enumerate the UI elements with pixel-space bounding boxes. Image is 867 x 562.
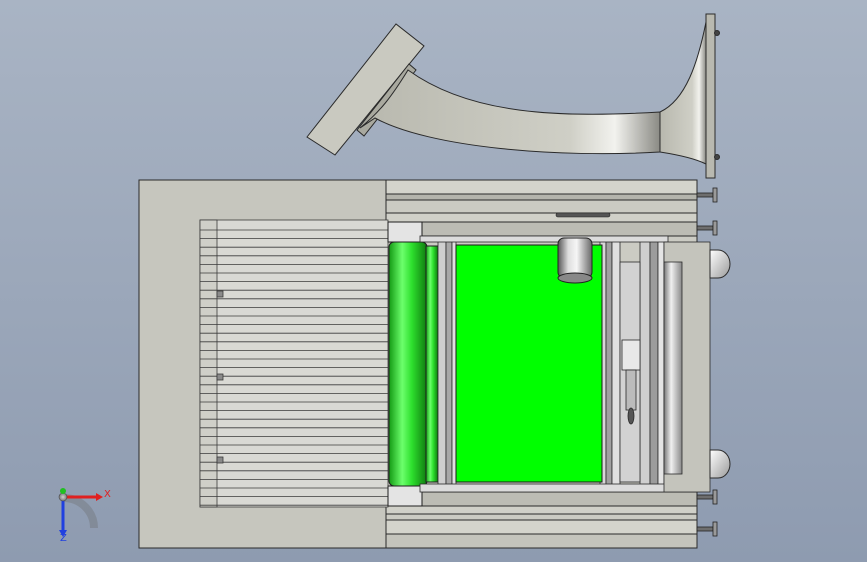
roller-left-cap-top: [387, 221, 423, 243]
horn-flange: [705, 13, 716, 179]
knob-top: [709, 249, 731, 279]
foot-stem: [696, 225, 714, 231]
axis-x-label: X: [104, 489, 111, 500]
right-mechanism: [619, 241, 711, 493]
fin-bolt: [216, 373, 224, 381]
foot-stem: [696, 192, 714, 198]
fin-array-back: [199, 219, 389, 508]
bottom-rail-1: [385, 491, 698, 507]
fin-array: [199, 219, 389, 508]
top-rail-1: [385, 179, 698, 195]
foot-pad: [712, 521, 718, 537]
bottom-rail-3: [385, 519, 698, 535]
bottom-rail-2: [385, 505, 698, 515]
knob-bottom: [709, 449, 731, 479]
roller-left-cap-bottom: [387, 485, 423, 507]
cad-viewport[interactable]: X Z: [0, 0, 867, 562]
fin-array-edge: [199, 219, 218, 508]
top-rail-2: [385, 193, 698, 201]
foot-pad: [712, 187, 718, 203]
chain-strip: [555, 212, 611, 218]
top-rail-3: [385, 212, 698, 223]
foot-stem: [696, 494, 714, 500]
axis-z-label: Z: [60, 533, 67, 544]
top-rail-4: [385, 221, 698, 237]
green-roller: [387, 221, 439, 507]
cad-drawing: X Z: [0, 0, 867, 562]
motor-cylinder: [557, 237, 593, 284]
fin-bolt: [216, 290, 224, 298]
green-roller-body: [388, 241, 428, 487]
bottom-rail-4: [385, 533, 698, 549]
foot-pad: [712, 489, 718, 505]
green-roller-body-2: [425, 245, 439, 483]
fin-bolt: [216, 456, 224, 464]
foot-stem: [696, 526, 714, 532]
foot-pad: [712, 220, 718, 236]
